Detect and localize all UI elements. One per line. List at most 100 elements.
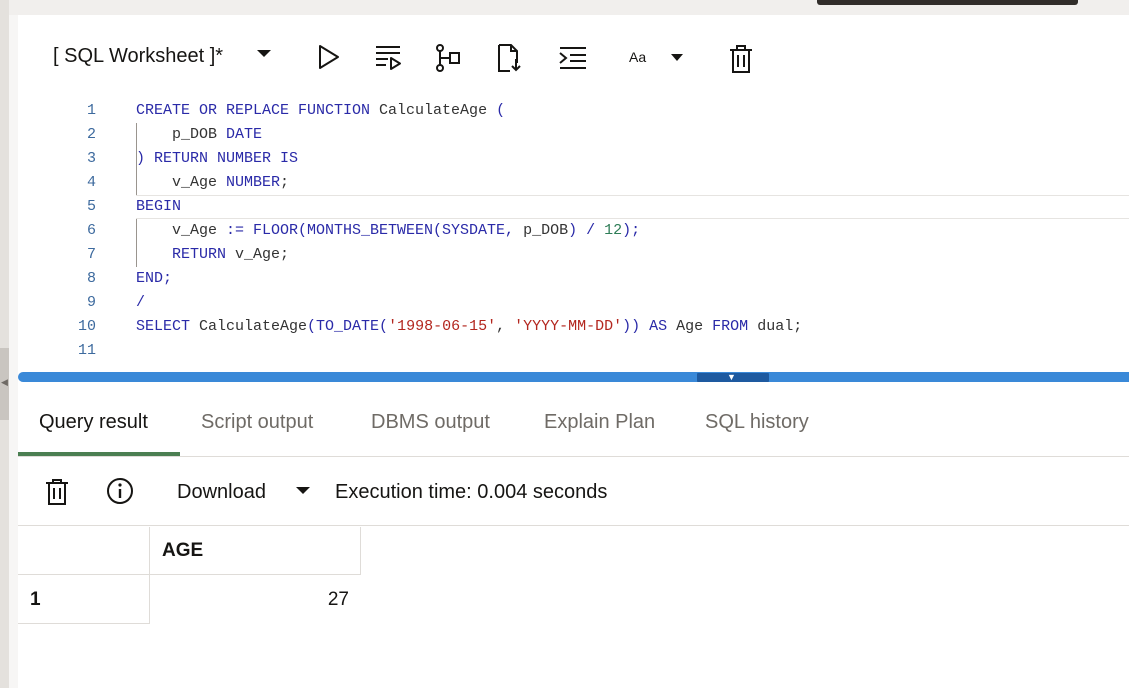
code-line: 8 END; [18,267,1129,291]
code-token: CREATE OR REPLACE FUNCTION [136,102,380,119]
code-token: END; [136,270,173,287]
code-token: := FLOOR(MONTHS_BETWEEN(SYSDATE, [226,222,524,239]
output-tabs: Query result Script output DBMS output Expl… [18,393,1129,457]
code-token: '1998-06-15' [388,318,497,335]
code-token: ); [622,222,641,239]
explain-plan-icon[interactable] [434,43,462,73]
line-number: 3 [86,150,96,167]
row-number: 1 [18,575,150,624]
code-text: ) RETURN NUMBER IS [136,147,298,171]
code-text: v_Age := FLOOR(MONTHS_BETWEEN(SYSDATE, p… [136,219,640,243]
line-number: 8 [86,270,96,287]
download-button[interactable]: Download [177,481,266,504]
line-number: 11 [77,342,96,359]
code-text: END; [136,267,172,291]
column-header: AGE [150,527,361,575]
worksheet-title: [ SQL Worksheet ]* [53,45,224,67]
code-line: 7 RETURN v_Age; [18,243,1129,267]
code-token: ; [280,174,290,191]
code-token: SELECT [136,318,200,335]
code-token: )) AS [622,318,677,335]
code-token: ) / [568,222,605,239]
top-dark-bar [817,0,1078,5]
code-line: 5 BEGIN [18,195,1129,219]
format-icon[interactable] [558,45,588,71]
worksheet-toolbar: [ SQL Worksheet ]* Aa [18,15,1129,95]
code-token: RETURN [136,246,236,263]
tab-query-result[interactable]: Query result [39,411,148,434]
code-line: 9/ [18,291,1129,315]
code-line: 6 v_Age := FLOOR(MONTHS_BETWEEN(SYSDATE,… [18,219,1129,243]
code-token: ( [496,102,506,119]
execution-time: Execution time: 0.004 seconds [335,481,608,503]
code-token: BEGIN [136,198,182,215]
info-icon[interactable] [106,477,134,505]
code-token: 'YYYY-MM-DD' [514,318,623,335]
code-line: 4 v_Age NUMBER; [18,171,1129,195]
code-token: NUMBER [226,174,281,191]
code-token: 12 [604,222,623,239]
line-number: 5 [86,198,96,215]
left-panel-edge [9,15,18,688]
line-number: 9 [86,294,96,311]
tab-sql-history[interactable]: SQL history [705,411,809,434]
font-size-label: Aa [629,49,647,65]
run-script-icon[interactable] [374,43,402,71]
active-tab-indicator [18,452,180,456]
tab-explain-plan[interactable]: Explain Plan [544,411,655,434]
code-token: Age [676,318,713,335]
result-toolbar: Download Execution time: 0.004 seconds [18,457,1129,526]
code-token: , [496,318,515,335]
line-number: 10 [77,318,96,335]
autotrace-icon[interactable] [496,43,524,73]
code-token: CalculateAge [199,318,308,335]
code-token: dual; [757,318,803,335]
splitter-grip[interactable]: ▼ [697,372,769,382]
panel-splitter[interactable]: ▼ [18,372,1129,382]
line-number: 4 [86,174,96,191]
line-number: 1 [86,102,96,119]
font-size-chevron-icon[interactable] [670,53,684,62]
line-number: 6 [86,222,96,239]
code-token: CalculateAge [379,102,497,119]
worksheet-menu-chevron-icon[interactable] [256,49,272,59]
code-text: CREATE OR REPLACE FUNCTION CalculateAge … [136,99,505,123]
code-token: / [136,294,146,311]
line-number: 7 [86,246,96,263]
table-cell: 27 [327,589,349,610]
download-chevron-icon[interactable] [295,486,311,496]
code-token: v_Age; [235,246,290,263]
code-text: p_DOB DATE [136,123,262,147]
left-gutter [0,0,9,688]
clear-icon[interactable] [728,44,754,74]
code-token: p_DOB [523,222,569,239]
row-number-header [18,527,150,575]
code-token: FROM [712,318,758,335]
code-token: (TO_DATE( [307,318,389,335]
sql-editor[interactable]: 1 CREATE OR REPLACE FUNCTION CalculateAge… [18,95,1129,370]
code-token: p_DOB [136,126,227,143]
code-line: 2 p_DOB DATE [18,123,1129,147]
side-panel-toggle[interactable]: ◀ [0,348,9,420]
font-size-icon[interactable]: Aa [629,49,646,65]
code-line: 3 ) RETURN NUMBER IS [18,147,1129,171]
code-token: DATE [226,126,263,143]
code-text: / [136,291,145,315]
code-token: ) RETURN NUMBER IS [136,150,299,167]
top-strip [0,0,1129,15]
code-line: 1 CREATE OR REPLACE FUNCTION CalculateAge… [18,99,1129,123]
tab-script-output[interactable]: Script output [201,411,313,434]
caret-left-icon: ◀ [1,377,8,387]
code-text: SELECT CalculateAge(TO_DATE('1998-06-15'… [136,315,802,339]
code-line: 11 [18,339,1129,363]
code-line: 10 SELECT CalculateAge(TO_DATE('1998-06-1… [18,315,1129,339]
code-text: v_Age NUMBER; [136,171,289,195]
code-text: RETURN v_Age; [136,243,289,267]
run-icon[interactable] [316,43,342,71]
line-number: 2 [86,126,96,143]
tab-dbms-output[interactable]: DBMS output [371,411,490,434]
code-token: v_Age [136,222,227,239]
chevron-down-icon: ▼ [727,372,736,382]
clear-output-icon[interactable] [44,478,70,506]
code-text: BEGIN [136,195,181,219]
